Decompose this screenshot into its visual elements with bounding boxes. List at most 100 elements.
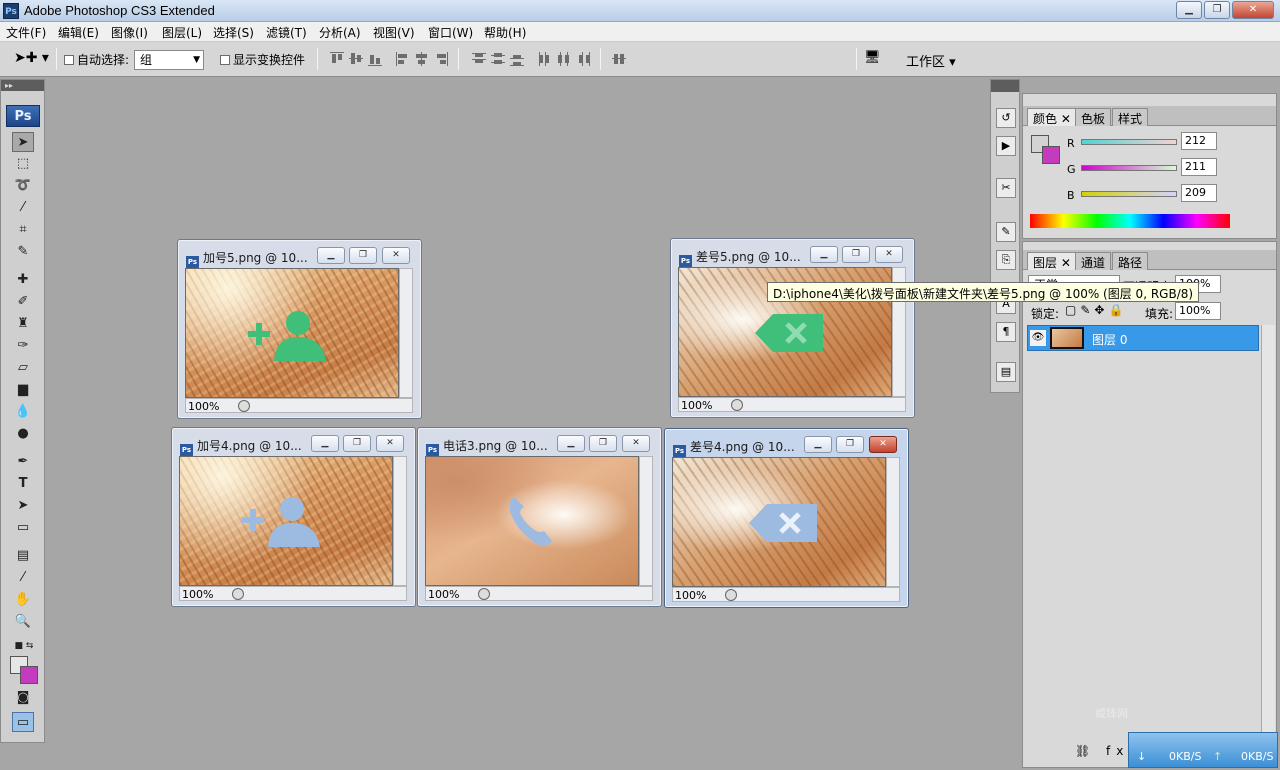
layers-scrollbar[interactable] [1261,325,1275,740]
document-window-active[interactable]: Ps 差号4.png @ 10... ▁ ❐ ✕ 100% [664,428,909,608]
quick-mask-icon[interactable]: ◙ [12,688,34,708]
eye-visibility-icon[interactable]: 👁 [1030,330,1046,346]
close-button[interactable]: ✕ [1232,1,1274,19]
strip-grip[interactable] [991,80,1019,92]
align-bottom-icon[interactable] [368,52,382,66]
minimize-button[interactable]: ▁ [1176,1,1202,19]
auto-align-layers-icon[interactable] [612,52,626,66]
doc-minimize-button[interactable]: ▁ [804,436,832,453]
menu-help[interactable]: 帮助(H) [484,24,526,41]
vertical-scrollbar[interactable] [886,457,900,587]
magic-wand-tool-icon[interactable]: ⁄ [12,198,34,218]
blur-tool-icon[interactable]: 💧 [12,402,34,422]
restore-button[interactable]: ❐ [1204,1,1230,19]
distribute-vcenter-icon[interactable] [491,52,505,66]
eyedropper-tool-icon[interactable]: ⁄ [12,568,34,588]
type-tool-icon[interactable]: T [12,474,34,494]
history-panel-icon[interactable]: ↺ [996,108,1016,128]
slice-tool-icon[interactable]: ✎ [12,242,34,262]
align-left-icon[interactable] [396,52,410,66]
marquee-tool-icon[interactable]: ⬚ [12,154,34,174]
workspace-menu[interactable]: 工作区 ▾ [906,51,956,70]
show-transform-checkbox[interactable]: 显示变换控件 [220,51,305,68]
align-top-icon[interactable] [330,52,344,66]
menu-edit[interactable]: 编辑(E) [58,24,99,41]
document-window[interactable]: Ps 加号4.png @ 10... ▁ ❐ ✕ 100% [171,427,416,607]
toolbox-grip[interactable]: ▸▸ [1,80,44,91]
doc-minimize-button[interactable]: ▁ [810,246,838,263]
layer-row[interactable]: 👁 图层 0 [1027,325,1259,351]
tab-layers[interactable]: 图层 ✕ [1027,252,1077,270]
layer-comps-panel-icon[interactable]: ▤ [996,362,1016,382]
document-canvas[interactable] [185,268,399,398]
layer-name[interactable]: 图层 0 [1092,331,1127,348]
red-value-input[interactable]: 212 [1181,132,1217,150]
blue-slider[interactable] [1081,191,1177,197]
doc-restore-button[interactable]: ❐ [842,246,870,263]
document-canvas[interactable] [179,456,393,586]
zoom-level[interactable]: 100% [428,588,459,601]
menu-select[interactable]: 选择(S) [213,24,254,41]
doc-close-button[interactable]: ✕ [376,435,404,452]
eraser-tool-icon[interactable]: ▱ [12,358,34,378]
background-color-swatch[interactable] [20,666,38,684]
brush-tool-icon[interactable]: ✐ [12,292,34,312]
document-canvas[interactable] [672,457,886,587]
zoom-level[interactable]: 100% [681,399,712,412]
document-window[interactable]: Ps 加号5.png @ 10... ▁ ❐ ✕ 100% [177,239,422,419]
doc-restore-button[interactable]: ❐ [343,435,371,452]
blue-value-input[interactable]: 209 [1181,184,1217,202]
move-tool-icon[interactable]: ➤ [12,132,34,152]
dodge-tool-icon[interactable]: ● [12,424,34,444]
doc-close-button[interactable]: ✕ [382,247,410,264]
doc-restore-button[interactable]: ❐ [349,247,377,264]
lock-options-icons[interactable]: ▢✎✥🔒 [1065,303,1127,317]
zoom-tool-icon[interactable]: 🔍 [12,612,34,632]
color-spectrum-bar[interactable] [1030,214,1230,228]
screen-mode-icon[interactable]: ▭ [12,712,34,732]
tab-styles[interactable]: 样式 [1112,108,1149,126]
auto-select-checkbox[interactable]: 自动选择: [64,51,129,68]
align-hcenter-icon[interactable] [415,52,429,66]
menu-analysis[interactable]: 分析(A) [319,24,361,41]
vertical-scrollbar[interactable] [399,268,413,398]
status-menu-icon[interactable] [238,400,250,412]
zoom-level[interactable]: 100% [188,400,219,413]
status-menu-icon[interactable] [731,399,743,411]
vertical-scrollbar[interactable] [393,456,407,586]
history-brush-tool-icon[interactable]: ✑ [12,336,34,356]
document-canvas[interactable] [425,456,639,586]
clone-stamp-tool-icon[interactable]: ♜ [12,314,34,334]
green-slider[interactable] [1081,165,1177,171]
tab-swatches[interactable]: 色板 [1075,108,1112,126]
zoom-level[interactable]: 100% [182,588,213,601]
menu-filter[interactable]: 滤镜(T) [266,24,307,41]
background-color-swatch[interactable] [1042,146,1060,164]
distribute-top-icon[interactable] [472,52,486,66]
document-window[interactable]: Ps 电话3.png @ 10... ▁ ❐ ✕ 100% [417,427,662,607]
menu-image[interactable]: 图像(I) [111,24,148,41]
paragraph-panel-icon[interactable]: ¶ [996,322,1016,342]
status-menu-icon[interactable] [232,588,244,600]
auto-select-dropdown[interactable]: 组 ▼ [134,50,204,70]
menu-file[interactable]: 文件(F) [6,24,46,41]
tool-presets-panel-icon[interactable]: ✂ [996,178,1016,198]
fill-input[interactable]: 100% [1175,302,1221,320]
menu-layer[interactable]: 图层(L) [162,24,202,41]
lasso-tool-icon[interactable]: ➰ [12,176,34,196]
align-vcenter-icon[interactable] [349,52,363,66]
doc-minimize-button[interactable]: ▁ [311,435,339,452]
distribute-right-icon[interactable] [576,52,590,66]
move-tool-preset-icon[interactable]: ➤✚ ▾ [14,50,49,66]
menu-window[interactable]: 窗口(W) [428,24,473,41]
healing-brush-tool-icon[interactable]: ✚ [12,270,34,290]
crop-tool-icon[interactable]: ⌗ [12,220,34,240]
tab-channels[interactable]: 通道 [1075,252,1112,270]
status-menu-icon[interactable] [725,589,737,601]
doc-close-button[interactable]: ✕ [875,246,903,263]
bridge-icon[interactable]: 🖥 [864,50,881,65]
doc-restore-button[interactable]: ❐ [836,436,864,453]
tab-color[interactable]: 颜色 ✕ [1027,108,1077,126]
green-value-input[interactable]: 211 [1181,158,1217,176]
status-menu-icon[interactable] [478,588,490,600]
